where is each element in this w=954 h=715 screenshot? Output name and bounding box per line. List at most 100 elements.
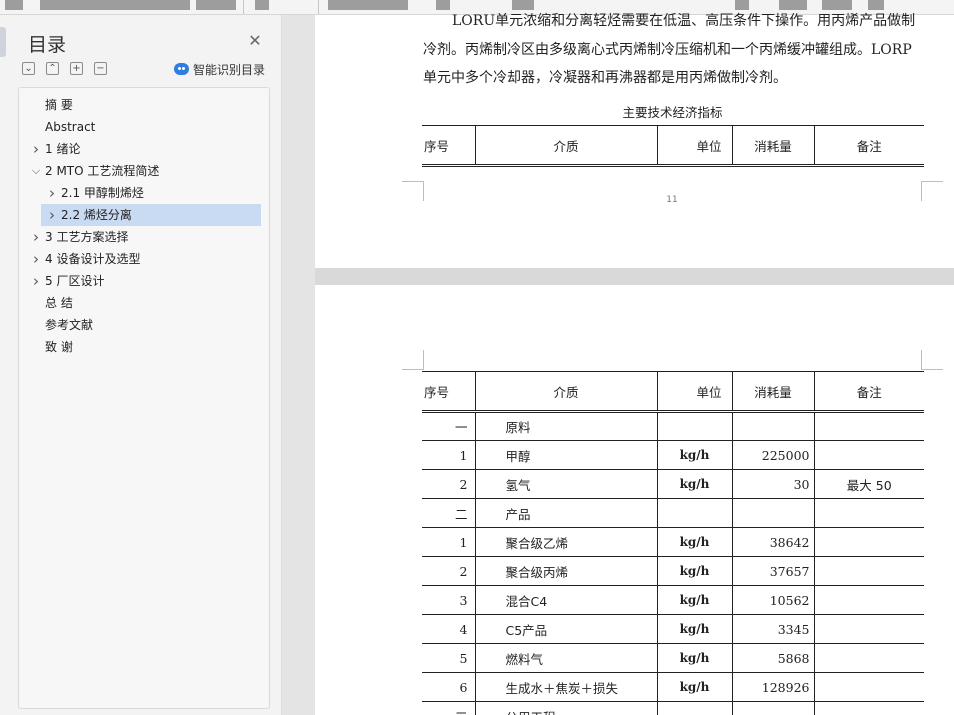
toc-item-label: 1 绪论 bbox=[45, 142, 81, 156]
table-cell bbox=[731, 498, 815, 528]
margin-mark bbox=[921, 350, 943, 370]
toc-item[interactable]: 致 谢 bbox=[19, 336, 259, 358]
margin-mark bbox=[402, 350, 424, 370]
header-cell: 备注 bbox=[813, 125, 924, 167]
table-cell: 3 bbox=[422, 585, 476, 615]
table-cell: kg/h bbox=[656, 672, 733, 702]
toc-item-label: 参考文献 bbox=[45, 318, 94, 332]
smart-recognize-button[interactable]: 智能识别目录 bbox=[174, 60, 265, 78]
toc-item[interactable]: 总 结 bbox=[19, 292, 259, 314]
table-row: 2 聚合级丙烯 kg/h 37657 bbox=[422, 556, 924, 586]
table-cell bbox=[656, 498, 733, 528]
chevron-down-icon[interactable]: ⌵ bbox=[31, 160, 41, 182]
table-cell: 2 bbox=[422, 556, 476, 586]
table-cell: 原料 bbox=[474, 411, 658, 441]
page-separator bbox=[315, 268, 954, 285]
toc-item[interactable]: Abstract bbox=[19, 116, 259, 138]
toc-item[interactable]: ⌵ 2 MTO 工艺流程简述 bbox=[19, 160, 259, 182]
header-cell: 消耗量 bbox=[731, 371, 815, 413]
chevron-right-icon[interactable]: › bbox=[31, 248, 41, 270]
chevron-right-icon[interactable]: › bbox=[31, 270, 41, 292]
body-text-line: LORU单元浓缩和分离轻烃需要在低温、高压条件下操作。用丙烯产品做制 bbox=[452, 13, 916, 29]
body-text-line: 冷剂。丙烯制冷区由多级离心式丙烯制冷压缩机和一个丙烯缓冲罐组成。LORP bbox=[423, 42, 912, 58]
expand-up-icon[interactable]: ⌃ bbox=[46, 62, 59, 75]
table-row: 2 氢气 kg/h 30 最大 50 bbox=[422, 469, 924, 499]
table-row: 1 甲醇 kg/h 225000 bbox=[422, 440, 924, 470]
table-header-continued: 序号 介质 单位 消耗量 备注 bbox=[422, 125, 924, 167]
header-cell: 序号 bbox=[422, 371, 476, 413]
header-cell: 备注 bbox=[813, 371, 924, 413]
toc-item[interactable]: › 2.2 烯烃分离 bbox=[41, 204, 261, 226]
table-cell bbox=[813, 701, 924, 715]
table-row: 5 燃料气 kg/h 5868 bbox=[422, 643, 924, 673]
table-row: 二产品 bbox=[422, 498, 924, 528]
header-cell: 单位 bbox=[656, 371, 733, 413]
toc-item-label: 2.2 烯烃分离 bbox=[61, 208, 132, 222]
table-row: 6 生成水＋焦炭＋损失 kg/h 128926 bbox=[422, 672, 924, 702]
table-cell bbox=[813, 672, 924, 702]
table-cell: 燃料气 bbox=[474, 643, 658, 673]
chevron-right-icon[interactable]: › bbox=[47, 182, 57, 204]
table-cell bbox=[813, 498, 924, 528]
table-cell: 10562 bbox=[731, 585, 815, 615]
toc-item-label: 总 结 bbox=[45, 296, 73, 310]
table-cell: 三 bbox=[422, 701, 476, 715]
technical-indicators-table: 序号 介质 单位 消耗量 备注 一原料 1 甲醇 kg/h 225000 2 氢气 kg/h 3… bbox=[422, 371, 924, 715]
table-cell: 产品 bbox=[474, 498, 658, 528]
table-cell bbox=[731, 701, 815, 715]
table-cell: 30 bbox=[731, 469, 815, 499]
toc-item-label: 2 MTO 工艺流程简述 bbox=[45, 164, 160, 178]
ai-icon bbox=[174, 63, 189, 75]
table-cell: 一 bbox=[422, 411, 476, 441]
remove-heading-icon[interactable]: − bbox=[94, 62, 107, 75]
table-cell: 1 bbox=[422, 527, 476, 557]
toc-tree: 摘 要 Abstract › 1 绪论 ⌵ 2 MTO 工艺流程简述 › 2.1 甲醇制烯烃 ›… bbox=[18, 87, 270, 709]
table-cell: kg/h bbox=[656, 614, 733, 644]
table-cell: 5 bbox=[422, 643, 476, 673]
header-cell: 序号 bbox=[422, 125, 476, 167]
table-cell: 甲醇 bbox=[474, 440, 658, 470]
toc-item[interactable]: › 2.1 甲醇制烯烃 bbox=[19, 182, 259, 204]
toc-item-label: 3 工艺方案选择 bbox=[45, 230, 129, 244]
toc-item[interactable]: › 5 厂区设计 bbox=[19, 270, 259, 292]
table-cell: kg/h bbox=[656, 556, 733, 586]
table-cell: 6 bbox=[422, 672, 476, 702]
smart-recognize-label: 智能识别目录 bbox=[193, 62, 266, 77]
collapse-all-icon[interactable]: ⌄ bbox=[22, 62, 35, 75]
table-caption: 主要技术经济指标 bbox=[622, 105, 723, 120]
toc-item[interactable]: 参考文献 bbox=[19, 314, 259, 336]
panel-drag-handle[interactable] bbox=[0, 27, 6, 57]
toc-item-label: Abstract bbox=[45, 120, 96, 134]
toc-item[interactable]: › 1 绪论 bbox=[19, 138, 259, 160]
close-icon[interactable]: ✕ bbox=[246, 32, 264, 50]
table-cell: 3345 bbox=[731, 614, 815, 644]
table-cell bbox=[813, 527, 924, 557]
table-cell: kg/h bbox=[656, 585, 733, 615]
table-header-row: 序号 介质 单位 消耗量 备注 bbox=[422, 371, 924, 413]
table-cell: 4 bbox=[422, 614, 476, 644]
table-cell: 二 bbox=[422, 498, 476, 528]
toc-item[interactable]: › 4 设备设计及选型 bbox=[19, 248, 259, 270]
header-cell: 介质 bbox=[474, 125, 658, 167]
body-text-line: 单元中多个冷却器，冷凝器和再沸器都是用丙烯做制冷剂。 bbox=[423, 70, 787, 86]
table-cell: 128926 bbox=[731, 672, 815, 702]
chevron-right-icon[interactable]: › bbox=[31, 138, 41, 160]
chevron-right-icon[interactable]: › bbox=[31, 226, 41, 248]
table-cell bbox=[656, 701, 733, 715]
table-cell: 氢气 bbox=[474, 469, 658, 499]
toc-panel: 目录 ✕ ⌄ ⌃ + − 智能识别目录 摘 要 Abstract › 1 绪论 ⌵ 2 M… bbox=[0, 15, 282, 715]
table-cell: 37657 bbox=[731, 556, 815, 586]
toc-item-label: 摘 要 bbox=[45, 98, 73, 112]
toc-item[interactable]: 摘 要 bbox=[19, 94, 259, 116]
table-cell: kg/h bbox=[656, 643, 733, 673]
add-heading-icon[interactable]: + bbox=[70, 62, 83, 75]
table-cell: 公用工程 bbox=[474, 701, 658, 715]
chevron-right-icon[interactable]: › bbox=[47, 204, 57, 226]
table-cell bbox=[813, 440, 924, 470]
table-cell: kg/h bbox=[656, 527, 733, 557]
toc-item[interactable]: › 3 工艺方案选择 bbox=[19, 226, 259, 248]
table-cell: kg/h bbox=[656, 440, 733, 470]
toc-item-label: 4 设备设计及选型 bbox=[45, 252, 141, 266]
table-cell: 混合C4 bbox=[474, 585, 658, 615]
panel-splitter[interactable] bbox=[283, 15, 315, 715]
